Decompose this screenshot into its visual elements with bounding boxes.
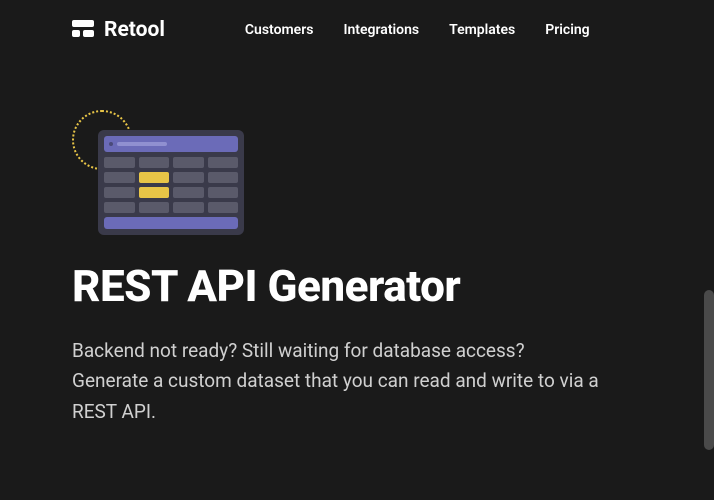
page-title: REST API Generator	[72, 260, 642, 312]
table-icon	[98, 130, 244, 235]
nav-customers[interactable]: Customers	[245, 22, 314, 38]
hero-graphic	[72, 110, 252, 230]
header: Retool Customers Integrations Templates …	[0, 0, 714, 60]
logo-text: Retool	[104, 18, 165, 42]
logo-icon	[72, 20, 94, 40]
scrollbar[interactable]	[704, 290, 714, 450]
logo[interactable]: Retool	[72, 18, 165, 42]
nav-integrations[interactable]: Integrations	[343, 22, 419, 38]
nav-templates[interactable]: Templates	[449, 22, 515, 38]
nav-pricing[interactable]: Pricing	[545, 22, 589, 38]
page-description: Backend not ready? Still waiting for dat…	[72, 336, 602, 427]
hero-section: REST API Generator Backend not ready? St…	[0, 60, 714, 427]
main-nav: Customers Integrations Templates Pricing	[245, 22, 590, 38]
